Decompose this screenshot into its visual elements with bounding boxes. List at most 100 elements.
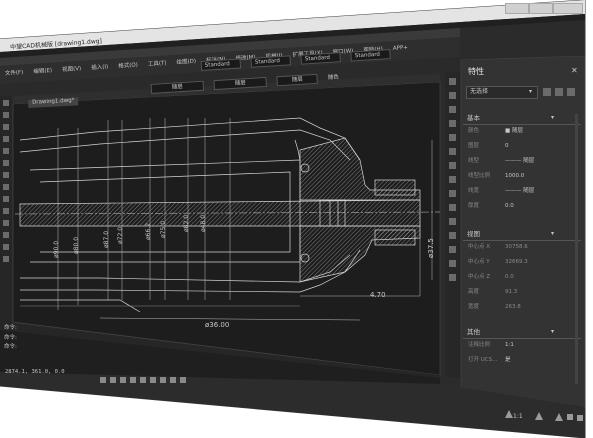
prop-row-linetype[interactable]: 线型 ——— 随层 bbox=[463, 156, 581, 170]
plotstyle-dropdown[interactable]: 随色 bbox=[328, 74, 339, 81]
section-header-view[interactable]: 视图 ▾ bbox=[463, 230, 581, 241]
circle-tool-icon[interactable] bbox=[3, 124, 9, 130]
cad-application-window: 中望CAD机械版 [drawing1.dwg] 文件(F) 编辑(E) 视图(V… bbox=[0, 0, 593, 438]
stretch-icon[interactable] bbox=[449, 190, 456, 197]
prop-row-annoscale[interactable]: 注释比例 1:1 bbox=[463, 340, 581, 354]
point-tool-icon[interactable] bbox=[3, 220, 9, 226]
copy-icon[interactable] bbox=[449, 92, 456, 99]
prop-row-width[interactable]: 宽度 263.8 bbox=[463, 302, 581, 316]
prop-row-layer[interactable]: 图层 0 bbox=[463, 141, 581, 155]
menu-item-draw[interactable]: 绘图(D) bbox=[176, 59, 196, 66]
move-icon[interactable] bbox=[449, 148, 456, 155]
erase-icon[interactable] bbox=[449, 78, 456, 85]
trim-icon[interactable] bbox=[449, 204, 456, 211]
prop-label: 高度 bbox=[468, 289, 480, 295]
prop-label: 线型 bbox=[468, 158, 480, 164]
dim-text-bottom: ø36.00 bbox=[205, 321, 230, 329]
prop-row-color[interactable]: 颜色 ■ 随层 bbox=[463, 126, 581, 140]
scale-icon[interactable] bbox=[449, 176, 456, 183]
window-controls bbox=[505, 3, 583, 14]
command-line-3[interactable]: 命令: bbox=[4, 344, 17, 351]
prop-label: 图层 bbox=[468, 143, 480, 149]
maximize-icon[interactable] bbox=[529, 3, 553, 14]
prop-label: 颜色 bbox=[468, 128, 480, 134]
prop-row-center-y[interactable]: 中心点 Y 32669.3 bbox=[463, 257, 581, 271]
prop-row-ltscale[interactable]: 线型比例 1000.0 bbox=[463, 171, 581, 185]
chamfer-icon[interactable] bbox=[449, 246, 456, 253]
line-tool-icon[interactable] bbox=[3, 100, 9, 106]
dim-text-6: ø75.0 bbox=[160, 220, 167, 238]
menu-item-edit[interactable]: 编辑(E) bbox=[33, 68, 52, 75]
polygon-tool-icon[interactable] bbox=[3, 160, 9, 166]
text-tool-icon[interactable] bbox=[3, 208, 9, 214]
dim-text-5: ø66.2 bbox=[145, 222, 152, 240]
menu-item-tools[interactable]: 工具(T) bbox=[148, 61, 167, 68]
rotate-icon[interactable] bbox=[449, 162, 456, 169]
toggle-pickadd-icon[interactable] bbox=[543, 88, 551, 96]
array-icon[interactable] bbox=[449, 134, 456, 141]
prop-row-thickness[interactable]: 厚度 0.0 bbox=[463, 201, 581, 215]
prop-value: 0 bbox=[505, 143, 509, 149]
hatch-tool-icon[interactable] bbox=[3, 184, 9, 190]
select-objects-icon[interactable] bbox=[555, 88, 563, 96]
table-tool-icon[interactable] bbox=[3, 244, 9, 250]
dim-text-4: ø72.0 bbox=[117, 226, 124, 244]
properties-panel: 特性 ✕ 无选择 ▾ 基本 ▾ 颜色 ■ 随层 图层 0 线型 ——— 随层 线… bbox=[463, 62, 583, 398]
dim-text-1: ø90.0 bbox=[53, 240, 60, 258]
annotation-scale[interactable]: 1:1 bbox=[513, 414, 523, 420]
minimize-icon[interactable] bbox=[505, 3, 529, 14]
panel-scrollbar[interactable] bbox=[575, 114, 578, 384]
prop-value: 1000.0 bbox=[505, 173, 525, 179]
prop-value: 91.3 bbox=[505, 289, 518, 295]
rectangle-tool-icon[interactable] bbox=[3, 148, 9, 154]
dim-text-2: ø80.0 bbox=[73, 236, 80, 254]
command-line-2: 命令: bbox=[4, 334, 17, 341]
quick-select-icon[interactable] bbox=[567, 88, 575, 96]
section-title-general: 基本 bbox=[467, 114, 480, 122]
close-icon[interactable] bbox=[553, 3, 583, 14]
region-tool-icon[interactable] bbox=[3, 256, 9, 262]
fillet-icon[interactable] bbox=[449, 260, 456, 267]
mirror-icon[interactable] bbox=[449, 106, 456, 113]
prop-row-lineweight[interactable]: 线宽 ——— 随层 bbox=[463, 186, 581, 200]
extend-icon[interactable] bbox=[449, 218, 456, 225]
section-header-misc[interactable]: 其他 ▾ bbox=[463, 328, 581, 339]
prop-row-height[interactable]: 高度 91.3 bbox=[463, 287, 581, 301]
block-tool-icon[interactable] bbox=[3, 196, 9, 202]
panel-close-icon[interactable]: ✕ bbox=[571, 67, 578, 75]
offset-icon[interactable] bbox=[449, 120, 456, 127]
prop-value: ——— 随层 bbox=[505, 188, 535, 194]
menu-item-app[interactable]: APP+ bbox=[393, 45, 408, 52]
polyline-tool-icon[interactable] bbox=[3, 112, 9, 118]
command-history: 命令: 命令: 命令: bbox=[4, 325, 17, 351]
prop-label: 注释比例 bbox=[468, 342, 491, 348]
prop-row-center-z[interactable]: 中心点 Z 0.0 bbox=[463, 272, 581, 286]
prop-label: 打开 UCS... bbox=[468, 357, 498, 363]
dim-text-right: 4.70 bbox=[370, 291, 386, 299]
explode-icon[interactable] bbox=[449, 274, 456, 281]
ellipse-tool-icon[interactable] bbox=[3, 172, 9, 178]
spline-tool-icon[interactable] bbox=[3, 232, 9, 238]
menu-item-file[interactable]: 文件(F) bbox=[5, 70, 24, 77]
break-icon[interactable] bbox=[449, 232, 456, 239]
menu-item-format[interactable]: 格式(O) bbox=[118, 62, 138, 69]
prop-label: 厚度 bbox=[468, 203, 480, 209]
prop-label: 中心点 Z bbox=[468, 274, 491, 280]
collapse-icon: ▾ bbox=[551, 328, 555, 335]
prop-row-ucs[interactable]: 打开 UCS... 是 bbox=[463, 355, 581, 369]
statusbar-icons bbox=[100, 377, 186, 383]
dim-text-7: ø82.0 bbox=[183, 214, 190, 232]
dim-text-3: ø87.0 bbox=[103, 230, 110, 248]
selection-dropdown[interactable]: 无选择 ▾ bbox=[466, 86, 538, 99]
section-title-view: 视图 bbox=[467, 230, 480, 238]
prop-label: 中心点 Y bbox=[468, 259, 490, 265]
menu-item-insert[interactable]: 插入(I) bbox=[91, 64, 108, 71]
selection-value: 无选择 bbox=[470, 88, 489, 95]
prop-row-center-x[interactable]: 中心点 X 30758.6 bbox=[463, 242, 581, 256]
prop-value: 263.8 bbox=[505, 304, 521, 310]
section-header-general[interactable]: 基本 ▾ bbox=[463, 114, 581, 125]
arc-tool-icon[interactable] bbox=[3, 136, 9, 142]
prop-value: 0.0 bbox=[505, 203, 514, 209]
menu-item-view[interactable]: 视图(V) bbox=[62, 66, 81, 73]
prop-value: 0.0 bbox=[505, 274, 514, 280]
